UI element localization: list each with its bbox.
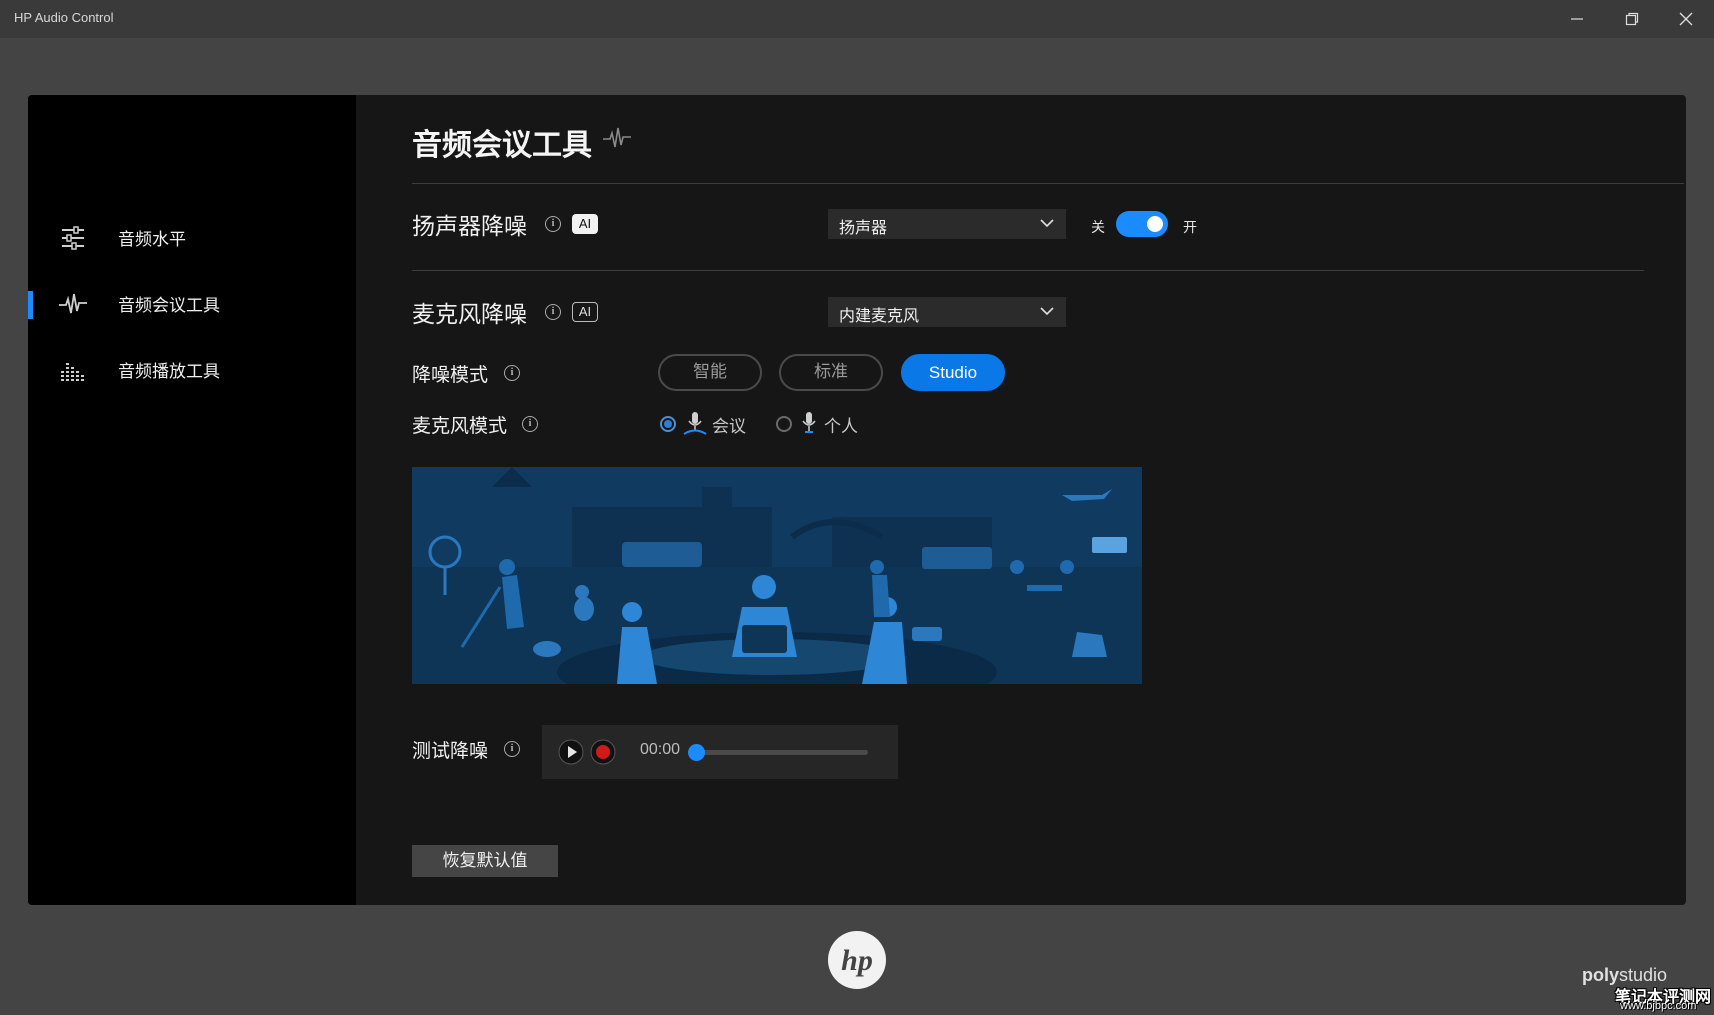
waveform-icon bbox=[59, 293, 87, 314]
page-title: 音频会议工具 bbox=[412, 128, 592, 163]
sliders-icon bbox=[62, 226, 84, 250]
noise-mode-smart-button[interactable]: 智能 bbox=[658, 354, 762, 391]
conference-noise-illustration bbox=[412, 467, 1142, 684]
poly-logo-light: studio bbox=[1619, 965, 1668, 985]
noise-mode-label: 降噪模式 bbox=[412, 364, 489, 386]
active-indicator bbox=[28, 291, 33, 319]
watermark-url: www.bjbpc.com bbox=[1620, 1000, 1697, 1012]
toggle-knob bbox=[1147, 216, 1163, 232]
equalizer-bars-icon bbox=[61, 363, 84, 381]
sidebar-item-conference-tools[interactable]: 音频会议工具 bbox=[28, 273, 356, 333]
info-icon[interactable]: i bbox=[545, 304, 561, 320]
hp-logo-text: hp bbox=[841, 944, 873, 977]
info-icon[interactable]: i bbox=[504, 365, 520, 381]
chevron-down-icon bbox=[1040, 219, 1054, 228]
ai-badge: AI bbox=[572, 214, 598, 234]
dropdown-value: 内建麦克风 bbox=[839, 306, 920, 325]
playback-slider-track[interactable] bbox=[694, 750, 868, 755]
mic-mode-meeting-radio[interactable] bbox=[660, 416, 676, 432]
hp-logo: hp bbox=[828, 931, 886, 989]
sidebar-item-audio-level[interactable]: 音频水平 bbox=[28, 207, 356, 267]
info-icon[interactable]: i bbox=[545, 216, 561, 232]
mic-noise-title: 麦克风降噪 bbox=[412, 302, 527, 328]
play-icon[interactable] bbox=[558, 739, 584, 765]
minimize-icon bbox=[1571, 18, 1583, 20]
close-button[interactable] bbox=[1659, 0, 1713, 38]
minimize-button[interactable] bbox=[1550, 0, 1604, 38]
speaker-device-select[interactable]: 扬声器 bbox=[828, 209, 1066, 239]
microphone-group-icon bbox=[683, 412, 707, 435]
noise-mode-studio-button[interactable]: Studio bbox=[901, 354, 1005, 391]
speaker-noise-title: 扬声器降噪 bbox=[412, 214, 527, 240]
mic-device-select[interactable]: 内建麦克风 bbox=[828, 297, 1066, 327]
ai-badge: AI bbox=[572, 302, 598, 322]
mic-mode-meeting-label: 会议 bbox=[712, 417, 746, 437]
sidebar-item-label: 音频水平 bbox=[118, 230, 186, 250]
divider bbox=[412, 183, 1684, 184]
poly-logo-bold: poly bbox=[1582, 965, 1620, 985]
sidebar-item-label: 音频会议工具 bbox=[118, 296, 220, 316]
mic-mode-label: 麦克风模式 bbox=[412, 415, 508, 437]
divider bbox=[412, 270, 1644, 271]
test-player: 00:00 bbox=[542, 725, 898, 779]
app-title: HP Audio Control bbox=[14, 10, 114, 25]
microphone-icon bbox=[802, 412, 816, 433]
speaker-noise-toggle[interactable] bbox=[1116, 211, 1168, 237]
restore-icon bbox=[1625, 12, 1639, 26]
waveform-icon bbox=[603, 127, 631, 148]
playback-time: 00:00 bbox=[640, 741, 681, 758]
record-icon[interactable] bbox=[590, 739, 616, 765]
close-icon bbox=[1679, 12, 1693, 26]
mic-mode-personal-radio[interactable] bbox=[776, 416, 792, 432]
sidebar-item-label: 音频播放工具 bbox=[118, 362, 220, 382]
sidebar-item-playback-tools[interactable]: 音频播放工具 bbox=[28, 339, 356, 399]
dropdown-value: 扬声器 bbox=[839, 218, 888, 237]
mic-mode-personal-label: 个人 bbox=[824, 417, 858, 437]
test-noise-label: 测试降噪 bbox=[412, 740, 489, 762]
reset-defaults-button[interactable]: 恢复默认值 bbox=[412, 845, 558, 877]
toggle-off-label: 关 bbox=[1091, 220, 1105, 236]
title-bar: HP Audio Control bbox=[0, 0, 1714, 38]
info-icon[interactable]: i bbox=[522, 416, 538, 432]
main-content: 音频会议工具 扬声器降噪 i AI 扬声器 关 开 麦克风降噪 i AI 内建麦… bbox=[356, 95, 1686, 905]
app-panel: 音频水平 音频会议工具 音频播放工具 音频会议工具 扬声器降噪 i AI 扬声器… bbox=[28, 95, 1686, 905]
sidebar: 音频水平 音频会议工具 音频播放工具 bbox=[28, 95, 356, 905]
restore-button[interactable] bbox=[1605, 0, 1659, 38]
info-icon[interactable]: i bbox=[504, 741, 520, 757]
playback-slider-thumb[interactable] bbox=[688, 744, 705, 761]
noise-mode-standard-button[interactable]: 标准 bbox=[779, 354, 883, 391]
chevron-down-icon bbox=[1040, 307, 1054, 316]
toggle-on-label: 开 bbox=[1183, 220, 1197, 236]
